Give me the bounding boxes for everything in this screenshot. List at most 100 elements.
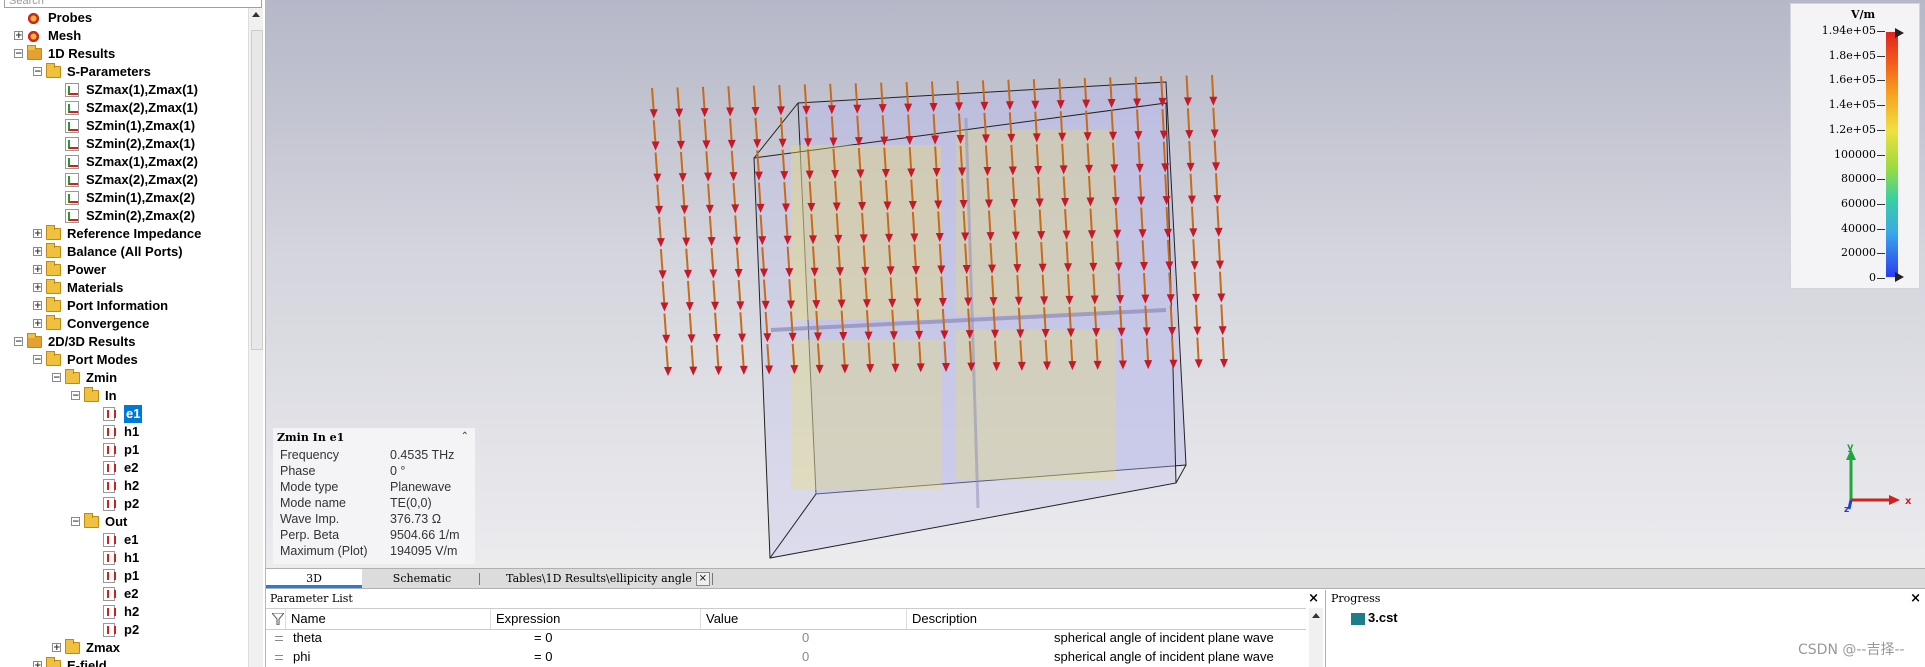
legend-tick-mark xyxy=(1877,278,1885,279)
tree-item[interactable]: + Mesh xyxy=(0,27,246,45)
tree-item[interactable]: SZmin(1),Zmax(1) xyxy=(0,117,246,135)
tree-item[interactable]: p1 xyxy=(0,567,246,585)
field-arrow-head xyxy=(712,334,721,343)
collapse-icon[interactable]: ⌃ xyxy=(461,431,469,442)
collapse-icon[interactable]: − xyxy=(71,517,80,527)
mode-icon xyxy=(103,479,116,493)
tree-item[interactable]: − 1D Results xyxy=(0,45,246,63)
tree-item[interactable]: e2 xyxy=(0,459,246,477)
tree-item[interactable]: SZmax(1),Zmax(1) xyxy=(0,81,246,99)
tree-item[interactable]: h2 xyxy=(0,603,246,621)
scroll-up-arrow-icon[interactable] xyxy=(1312,613,1320,618)
field-arrow-shaft xyxy=(1110,109,1115,135)
close-panel-icon[interactable]: × xyxy=(1308,591,1319,606)
tab-schematic[interactable]: Schematic xyxy=(366,569,478,588)
collapse-icon[interactable]: − xyxy=(71,391,80,401)
tree-item[interactable]: p2 xyxy=(0,495,246,513)
field-arrow-shaft xyxy=(1112,142,1116,168)
tree-item-label: h2 xyxy=(124,478,140,493)
tree-item[interactable]: − Zmin xyxy=(0,369,246,387)
parameter-scrollbar[interactable] xyxy=(1309,608,1323,667)
collapse-icon[interactable]: − xyxy=(33,67,42,77)
field-arrow-shaft xyxy=(1137,142,1141,167)
expand-icon[interactable]: + xyxy=(52,643,61,653)
close-tab-icon[interactable]: × xyxy=(695,572,710,586)
expand-icon[interactable]: + xyxy=(33,229,42,239)
tree-item[interactable]: − Port Modes xyxy=(0,351,246,369)
tree-item[interactable]: Probes xyxy=(0,9,246,27)
expand-icon[interactable]: + xyxy=(33,661,42,667)
collapse-icon[interactable]: − xyxy=(14,49,23,59)
table-row[interactable]: phi = 0 0 spherical angle of incident plane… xyxy=(266,648,1306,666)
tree-item[interactable]: e1 xyxy=(0,405,246,423)
tree-item[interactable]: SZmax(2),Zmax(2) xyxy=(0,171,246,189)
3d-view[interactable]: V/m 1.94e+05 1.8e+05 1.6e+05 1.4e+05 1.2e+05… xyxy=(266,0,1925,568)
expand-icon[interactable]: + xyxy=(14,31,23,41)
tree-item[interactable]: h1 xyxy=(0,423,246,441)
tree-item-label: E-field xyxy=(67,658,107,667)
tree-item[interactable]: + Power xyxy=(0,261,246,279)
collapse-icon[interactable]: − xyxy=(33,355,42,365)
tree-scrollbar[interactable] xyxy=(248,8,263,667)
tree-item[interactable]: − S-Parameters xyxy=(0,63,246,81)
tree-item[interactable]: + Materials xyxy=(0,279,246,297)
tree-item[interactable]: − 2D/3D Results xyxy=(0,333,246,351)
expand-icon[interactable]: + xyxy=(33,247,42,257)
legend-tick-mark xyxy=(1877,179,1885,181)
field-arrow-shaft xyxy=(712,280,717,305)
tree-item[interactable]: e2 xyxy=(0,585,246,603)
scroll-up-arrow-icon[interactable] xyxy=(252,12,260,17)
expand-icon[interactable]: + xyxy=(33,319,42,329)
tree-item[interactable]: SZmin(2),Zmax(2) xyxy=(0,207,246,225)
tree-item[interactable]: + Port Information xyxy=(0,297,246,315)
tab-ellipticity-table[interactable]: Tables\1D Results\ellipicity angle × xyxy=(488,569,728,588)
param-expression-cell[interactable]: = 0 xyxy=(534,629,552,647)
mode-icon xyxy=(103,461,116,475)
tree-item[interactable]: p1 xyxy=(0,441,246,459)
legend-color-bar xyxy=(1886,32,1898,277)
tree-item[interactable]: SZmin(1),Zmax(2) xyxy=(0,189,246,207)
collapse-icon[interactable]: − xyxy=(52,373,61,383)
column-header-description[interactable]: Description xyxy=(906,609,1306,629)
folder-icon xyxy=(46,279,61,294)
tree-item[interactable]: SZmax(2),Zmax(1) xyxy=(0,99,246,117)
filter-icon[interactable] xyxy=(272,613,284,625)
tree-item[interactable]: SZmax(1),Zmax(2) xyxy=(0,153,246,171)
field-arrow-shaft xyxy=(705,151,710,176)
close-panel-icon[interactable]: × xyxy=(1910,591,1921,606)
tree-item[interactable]: + E-field xyxy=(0,657,246,667)
tree-item[interactable]: h1 xyxy=(0,549,246,567)
tree-item[interactable]: p2 xyxy=(0,621,246,639)
param-expression-cell[interactable]: = 0 xyxy=(534,648,552,666)
tab-3d[interactable]: 3D xyxy=(266,569,362,588)
tree-item[interactable]: − Out xyxy=(0,513,246,531)
table-row[interactable]: theta = 0 0 spherical angle of incident pla… xyxy=(266,629,1306,647)
column-header-value[interactable]: Value xyxy=(700,609,910,629)
field-arrow-head xyxy=(1189,228,1198,238)
column-header-name[interactable]: Name xyxy=(285,609,495,629)
tree-item[interactable]: + Reference Impedance xyxy=(0,225,246,243)
mode-info-label: Wave Imp. xyxy=(280,512,340,526)
field-arrow-shaft xyxy=(1143,272,1147,298)
tree-item[interactable]: + Zmax xyxy=(0,639,246,657)
field-arrow-shaft xyxy=(1213,140,1217,166)
tree-item[interactable]: e1 xyxy=(0,531,246,549)
mode-icon xyxy=(103,569,116,583)
tree-item[interactable]: SZmin(2),Zmax(1) xyxy=(0,135,246,153)
collapse-icon[interactable]: − xyxy=(14,337,23,347)
field-arrow-shaft xyxy=(1186,108,1191,134)
expand-icon[interactable]: + xyxy=(33,301,42,311)
tree-item[interactable]: − In xyxy=(0,387,246,405)
field-arrow-head xyxy=(1216,260,1224,270)
tree-item[interactable]: h2 xyxy=(0,477,246,495)
tree-scroll-thumb[interactable] xyxy=(251,30,263,350)
expand-icon[interactable]: + xyxy=(33,283,42,293)
mode-info-label: Mode name xyxy=(280,496,347,510)
legend-tick-label: 1.8e+05 xyxy=(1828,48,1876,62)
tree-item[interactable]: + Balance (All Ports) xyxy=(0,243,246,261)
progress-file-name[interactable]: 3.cst xyxy=(1368,610,1398,625)
tree-item[interactable]: + Convergence xyxy=(0,315,246,333)
expand-icon[interactable]: + xyxy=(33,265,42,275)
column-header-expression[interactable]: Expression xyxy=(490,609,700,629)
tree-search-input[interactable]: Search xyxy=(4,0,262,8)
